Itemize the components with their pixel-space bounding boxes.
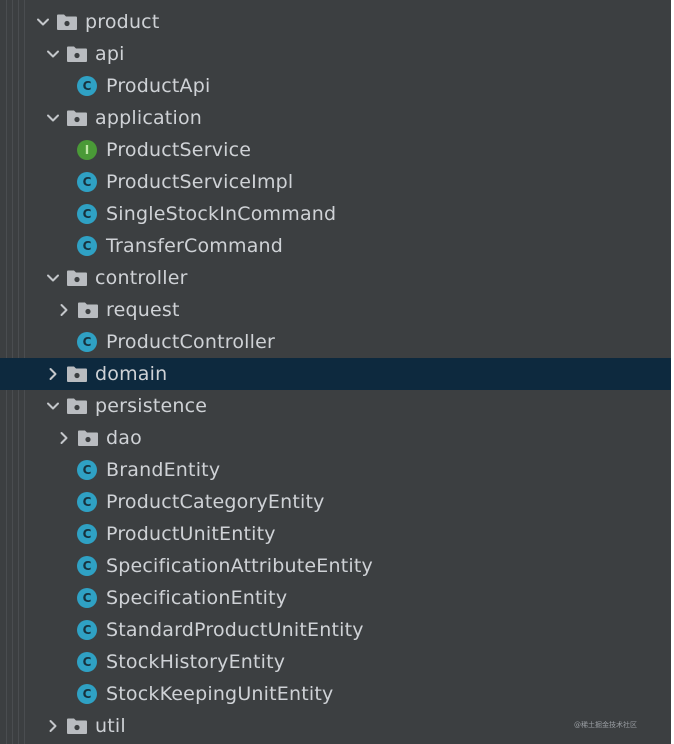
chevron-down-icon[interactable]	[32, 11, 54, 33]
tree-item-label: SingleStockInCommand	[106, 203, 337, 225]
tree-item-label: api	[95, 43, 125, 65]
tree-class-row[interactable]: C SpecificationAttributeEntity	[0, 550, 671, 582]
package-folder-icon	[77, 429, 99, 447]
tree-item-label: SpecificationEntity	[106, 587, 288, 609]
class-c-icon: C	[77, 460, 97, 480]
package-folder-icon	[66, 109, 88, 127]
package-folder-icon	[66, 365, 88, 383]
tree-class-row[interactable]: C TransferCommand	[0, 230, 671, 262]
tree-folder-row[interactable]: util	[0, 710, 671, 742]
chevron-down-icon[interactable]	[42, 107, 64, 129]
class-c-icon: C	[77, 236, 97, 256]
tree-folder-row[interactable]: controller	[0, 262, 671, 294]
watermark: @稀土掘金技术社区	[574, 721, 637, 729]
tree-item-label: util	[95, 715, 126, 737]
tree-item-label: StockHistoryEntity	[106, 651, 286, 673]
tree-item-label: ProductCategoryEntity	[106, 491, 325, 513]
chevron-right-icon[interactable]	[42, 715, 64, 737]
tree-class-row[interactable]: C StandardProductUnitEntity	[0, 614, 671, 646]
project-tree: product api C ProductApi application I Product…	[0, 6, 671, 742]
tree-class-row[interactable]: C ProductController	[0, 326, 671, 358]
tree-class-row[interactable]: C ProductServiceImpl	[0, 166, 671, 198]
chevron-right-icon[interactable]	[53, 427, 75, 449]
tree-folder-row[interactable]: api	[0, 38, 671, 70]
tree-class-row[interactable]: I ProductService	[0, 134, 671, 166]
tree-item-label: BrandEntity	[106, 459, 221, 481]
class-c-icon: C	[77, 652, 97, 672]
tree-class-row[interactable]: C ProductCategoryEntity	[0, 486, 671, 518]
chevron-down-icon[interactable]	[42, 43, 64, 65]
chevron-down-icon[interactable]	[42, 267, 64, 289]
chevron-right-icon[interactable]	[53, 299, 75, 321]
tree-class-row[interactable]: C SpecificationEntity	[0, 582, 671, 614]
tree-item-label: ProductController	[106, 331, 276, 353]
tree-item-label: domain	[95, 363, 168, 385]
tree-item-label: SpecificationAttributeEntity	[106, 555, 373, 577]
class-c-icon: C	[77, 492, 97, 512]
tree-folder-row[interactable]: persistence	[0, 390, 671, 422]
class-c-icon: C	[77, 76, 97, 96]
tree-folder-row[interactable]: dao	[0, 422, 671, 454]
tree-item-label: dao	[106, 427, 142, 449]
class-c-icon: C	[77, 588, 97, 608]
tree-class-row[interactable]: C ProductUnitEntity	[0, 518, 671, 550]
tree-item-label: request	[106, 299, 180, 321]
tree-item-label: ProductUnitEntity	[106, 523, 276, 545]
class-c-icon: C	[77, 620, 97, 640]
tree-class-row[interactable]: C SingleStockInCommand	[0, 198, 671, 230]
tree-item-label: TransferCommand	[106, 235, 284, 257]
tree-item-label: product	[85, 11, 160, 33]
tree-class-row[interactable]: C StockHistoryEntity	[0, 646, 671, 678]
package-folder-icon	[66, 717, 88, 735]
class-c-icon: C	[77, 556, 97, 576]
tree-item-label: persistence	[95, 395, 208, 417]
package-folder-icon	[56, 13, 78, 31]
tree-folder-row[interactable]: application	[0, 102, 671, 134]
tree-item-label: StandardProductUnitEntity	[106, 619, 364, 641]
interface-i-icon: I	[77, 140, 97, 160]
tree-folder-row[interactable]: domain	[0, 358, 671, 390]
class-c-icon: C	[77, 524, 97, 544]
chevron-down-icon[interactable]	[42, 395, 64, 417]
tree-item-label: StockKeepingUnitEntity	[106, 683, 334, 705]
tree-folder-row[interactable]: product	[0, 6, 671, 38]
tree-class-row[interactable]: C StockKeepingUnitEntity	[0, 678, 671, 710]
tree-item-label: ProductServiceImpl	[106, 171, 294, 193]
package-folder-icon	[77, 301, 99, 319]
class-c-icon: C	[77, 684, 97, 704]
tree-folder-row[interactable]: request	[0, 294, 671, 326]
class-c-icon: C	[77, 172, 97, 192]
tree-item-label: ProductApi	[106, 75, 211, 97]
package-folder-icon	[66, 269, 88, 287]
tree-item-label: ProductService	[106, 139, 252, 161]
project-tree-panel: product api C ProductApi application I Product…	[0, 0, 671, 744]
package-folder-icon	[66, 45, 88, 63]
chevron-right-icon[interactable]	[42, 363, 64, 385]
class-c-icon: C	[77, 332, 97, 352]
tree-item-label: controller	[95, 267, 188, 289]
class-c-icon: C	[77, 204, 97, 224]
package-folder-icon	[66, 397, 88, 415]
tree-class-row[interactable]: C ProductApi	[0, 70, 671, 102]
tree-class-row[interactable]: C BrandEntity	[0, 454, 671, 486]
tree-item-label: application	[95, 107, 203, 129]
